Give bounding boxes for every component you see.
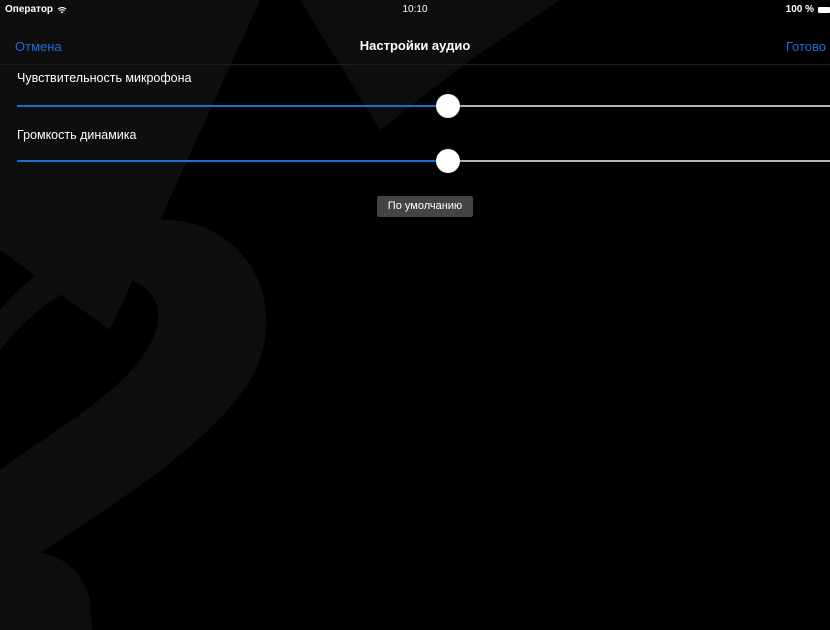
status-bar: Оператор 10:10 100 % — [0, 0, 830, 18]
speaker-volume-slider[interactable] — [17, 148, 830, 174]
speaker-volume-label: Громкость динамика — [17, 128, 137, 142]
slider-thumb[interactable] — [435, 149, 460, 173]
audio-settings-screen: Оператор 10:10 100 % Отмена Настройки ау… — [0, 0, 830, 630]
battery-percent: 100 % — [785, 4, 814, 15]
mic-sensitivity-slider[interactable] — [17, 93, 830, 119]
slider-fill — [17, 160, 448, 162]
reset-defaults-button[interactable]: По умолчанию — [377, 196, 473, 217]
battery-indicator: 100 % — [786, 4, 830, 15]
mic-sensitivity-label: Чувствительность микрофона — [17, 71, 192, 85]
slider-thumb[interactable] — [435, 94, 460, 118]
done-button[interactable]: Готово — [786, 39, 826, 54]
battery-icon — [818, 6, 830, 13]
page-title: Настройки аудио — [359, 38, 471, 53]
status-time: 10:10 — [402, 4, 428, 15]
slider-fill — [17, 105, 448, 107]
navigation-bar: Отмена Настройки аудио Готово — [0, 28, 830, 65]
